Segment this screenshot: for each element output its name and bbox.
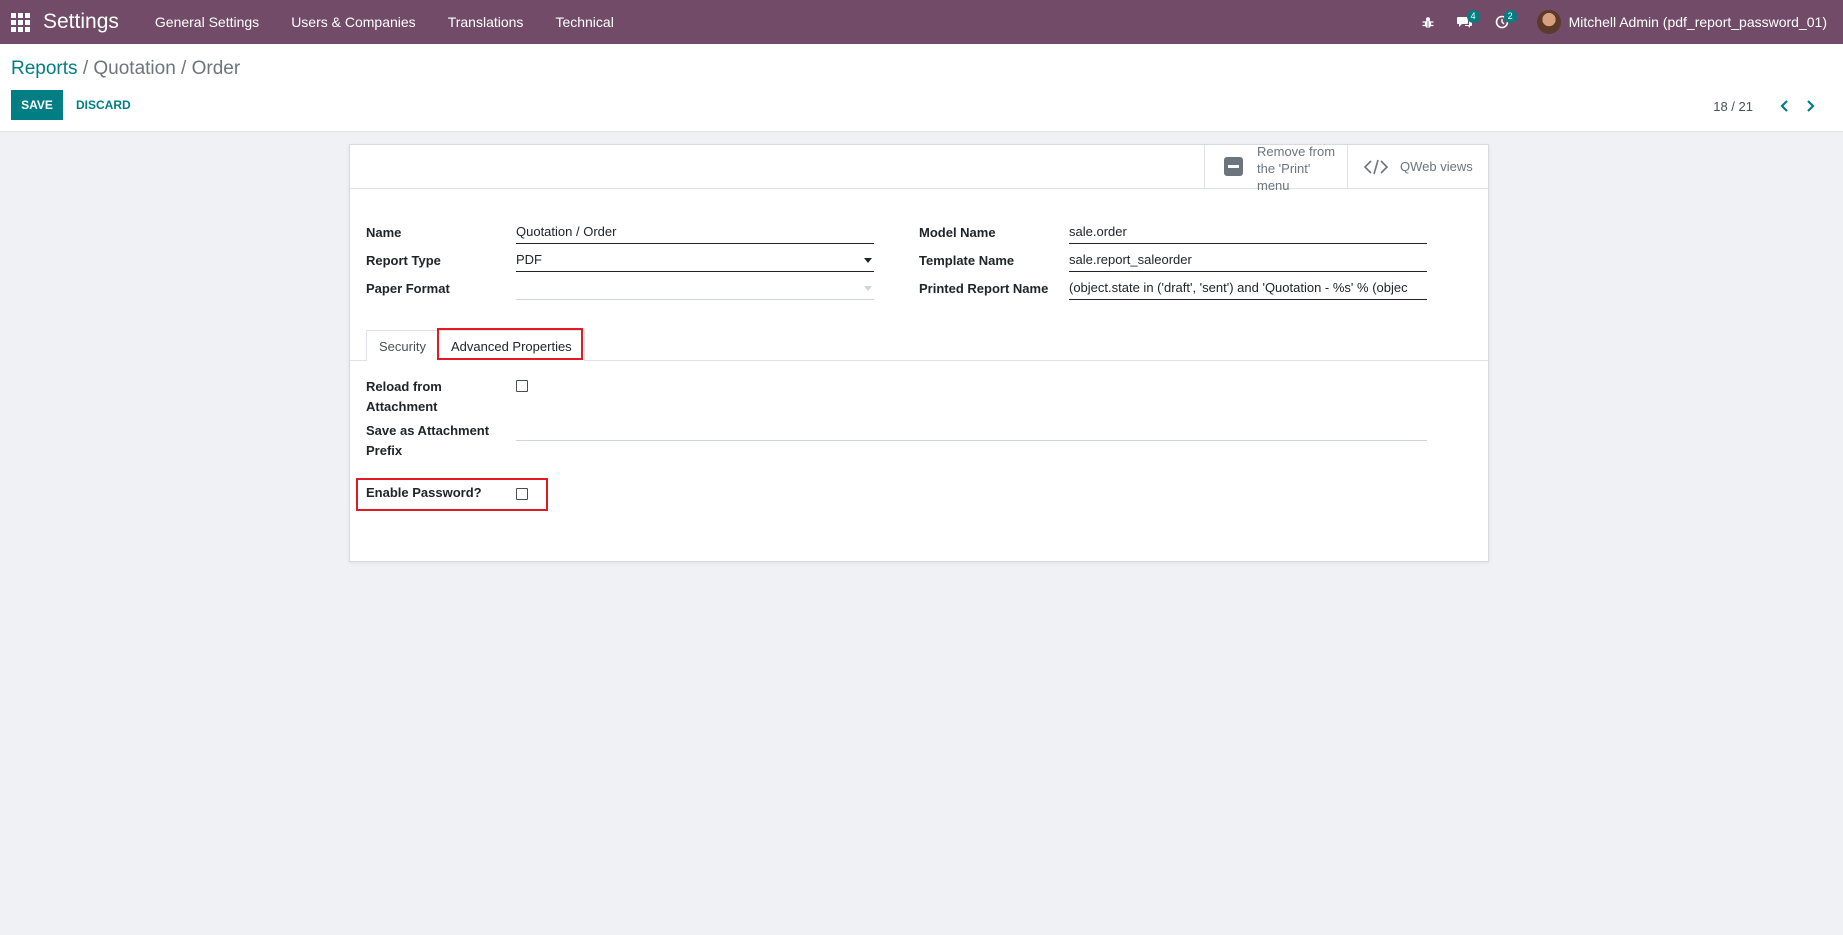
menu-general-settings[interactable]: General Settings	[139, 14, 275, 30]
model-name-label: Model Name	[919, 225, 996, 240]
breadcrumb-separator: /	[82, 58, 89, 79]
smart-button-box: Remove from the 'Print' menu QWeb views	[350, 144, 1488, 193]
discard-button[interactable]: DISCARD	[76, 90, 131, 120]
main-menu: General Settings Users & Companies Trans…	[139, 14, 630, 30]
name-label: Name	[366, 225, 402, 240]
model-name-input[interactable]: sale.order	[1069, 220, 1427, 244]
report-type-label: Report Type	[366, 253, 441, 268]
report-type-caret-icon	[864, 258, 872, 263]
reload-from-attachment-label: Reload from Attachment	[366, 379, 442, 414]
paper-format-caret-icon	[864, 286, 872, 291]
user-avatar	[1536, 10, 1561, 34]
code-icon	[1364, 159, 1388, 175]
attachment-prefix-input[interactable]	[516, 417, 1427, 441]
pager-value[interactable]: 18 / 21	[1713, 99, 1753, 114]
report-type-select[interactable]: PDF	[516, 248, 874, 272]
report-type-value: PDF	[516, 252, 542, 267]
qweb-views-button[interactable]: QWeb views	[1347, 145, 1488, 188]
menu-translations[interactable]: Translations	[432, 14, 540, 30]
messages-chat-icon[interactable]: 4	[1447, 0, 1484, 44]
menu-technical[interactable]: Technical	[539, 14, 629, 30]
breadcrumb: Reports / Quotation / Order	[11, 58, 240, 80]
breadcrumb-reports-link[interactable]: Reports	[11, 58, 78, 79]
qweb-views-label: QWeb views	[1400, 159, 1473, 174]
activities-clock-icon[interactable]: 2	[1484, 0, 1521, 44]
template-name-input[interactable]: sale.report_saleorder	[1069, 248, 1427, 272]
save-button[interactable]: SAVE	[11, 90, 63, 120]
advanced-properties-highlight	[437, 328, 583, 360]
name-input[interactable]: Quotation / Order	[516, 220, 874, 244]
enable-password-highlight	[356, 478, 548, 511]
attachment-prefix-label: Save as Attachment Prefix	[366, 423, 490, 458]
activities-badge: 2	[1503, 10, 1517, 23]
paper-format-label: Paper Format	[366, 281, 450, 296]
minus-square-icon	[1221, 157, 1245, 176]
user-name: Mitchell Admin (pdf_report_password_01)	[1568, 14, 1827, 30]
pager-next-chevron-right-icon[interactable]	[1797, 96, 1823, 116]
breadcrumb-current: Quotation / Order	[93, 58, 241, 79]
user-menu[interactable]: Mitchell Admin (pdf_report_password_01)	[1521, 10, 1843, 34]
systray: 4 2 Mitchell Admin (pdf_report_password_…	[1410, 0, 1843, 44]
apps-menu-icon[interactable]	[11, 12, 31, 32]
remove-from-print-menu-label: Remove from the 'Print' menu	[1257, 143, 1336, 193]
printed-report-name-label: Printed Report Name	[919, 281, 1049, 296]
app-title[interactable]: Settings	[43, 10, 119, 34]
template-name-label: Template Name	[919, 253, 1015, 268]
control-panel: Reports / Quotation / Order SAVE DISCARD…	[0, 44, 1843, 132]
printed-report-name-input[interactable]: (object.state in ('draft', 'sent') and '…	[1069, 276, 1427, 300]
messages-badge: 4	[1466, 10, 1480, 23]
remove-from-print-menu-button[interactable]: Remove from the 'Print' menu	[1204, 144, 1347, 193]
form-sheet: Remove from the 'Print' menu QWeb views …	[349, 144, 1489, 562]
debug-bug-icon[interactable]	[1410, 0, 1447, 44]
paper-format-select[interactable]	[516, 276, 874, 300]
pager: 18 / 21	[1713, 96, 1823, 116]
top-navbar: Settings General Settings Users & Compan…	[0, 0, 1843, 44]
tab-security[interactable]: Security	[366, 330, 439, 361]
reload-from-attachment-checkbox[interactable]	[516, 380, 528, 392]
menu-users-companies[interactable]: Users & Companies	[275, 14, 432, 30]
pager-previous-chevron-left-icon[interactable]	[1771, 96, 1797, 116]
